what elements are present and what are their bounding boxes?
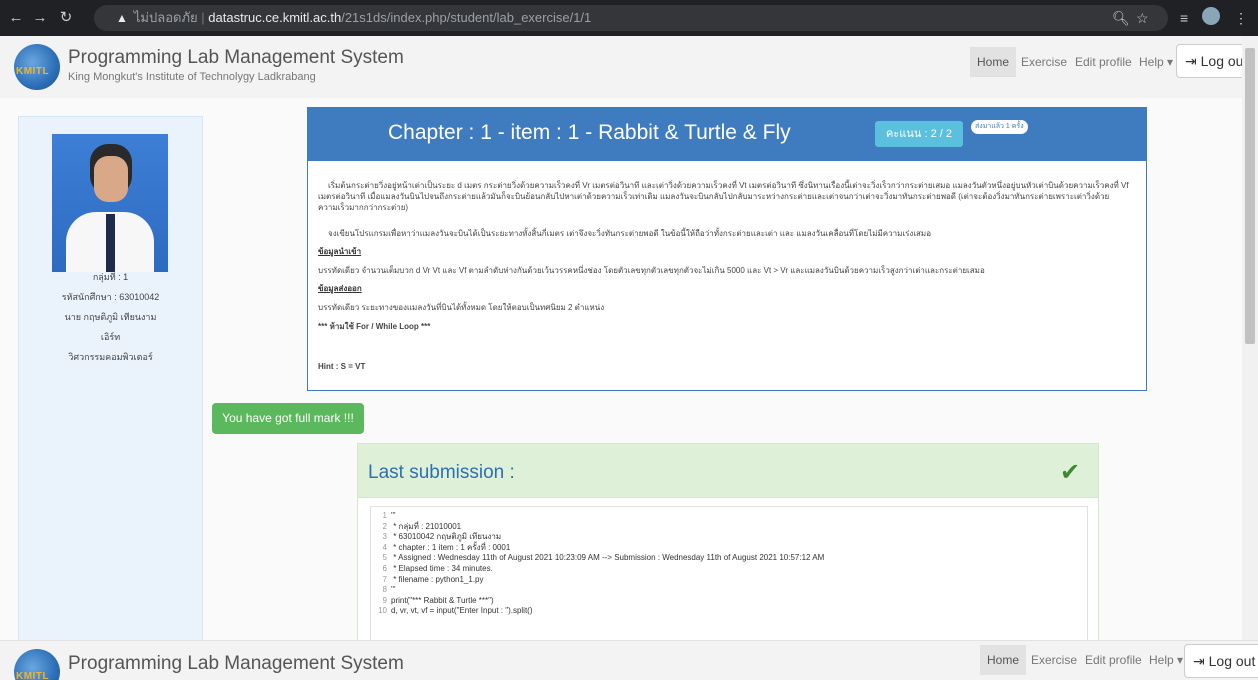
problem-paragraph-2: จงเขียนโปรแกรมเพื่อหาว่าแมลงวันจะบินได้เ… [328, 229, 932, 238]
code-line: 5 * Assigned : Wednesday 11th of August … [371, 553, 825, 564]
bottom-nav-help[interactable]: Help ▾ [1142, 645, 1190, 675]
photo-face [94, 156, 128, 202]
input-heading: ข้อมูลนำเข้า [318, 246, 1138, 257]
bottom-logout-icon: ⇥ [1193, 653, 1205, 669]
profile-avatar[interactable] [1202, 7, 1220, 25]
nickname-label: เอิร์ท [100, 332, 121, 342]
student-photo [52, 134, 168, 272]
code-line: 7 * filename : python1_1.py [371, 575, 484, 586]
url-path: /21s1ds/index.php/student/lab_exercise/1… [341, 10, 592, 25]
student-id-label: รหัสนักศึกษา : 63010042 [61, 292, 160, 302]
nav-home[interactable]: Home [970, 47, 1017, 77]
code-text: d, vr, vt, vf = input("Enter Input : ").… [391, 606, 533, 616]
code-text: ''' [391, 585, 396, 595]
submission-panel: Last submission : ✔ 1 ''' 2 * กลุ่มที่ : 2… [357, 443, 1099, 642]
code-line: 4 * chapter : 1 item : 1 ครั้งที่ : 0001 [371, 542, 511, 554]
bottom-site-title[interactable]: Programming Lab Management System [68, 653, 404, 675]
input-heading-text: ข้อมูลนำเข้า [318, 247, 362, 256]
bookmark-star-icon[interactable]: ☆ [1136, 8, 1149, 28]
code-line: 3 * 63010042 กฤษติภูมิ เทียนงาม [371, 532, 502, 543]
rule-text: *** ห้ามใช้ For / While Loop *** [318, 322, 431, 331]
code-line: 8 ''' [371, 585, 396, 596]
code-text: * Assigned : Wednesday 11th of August 20… [391, 553, 825, 563]
output-heading-text: ข้อมูลส่งออก [318, 284, 362, 293]
bottom-logout-label: Log out [1208, 653, 1256, 669]
chapter-header: Chapter : 1 - item : 1 - Rabbit & Turtle… [308, 108, 1146, 161]
code-text: * Elapsed time : 34 minutes. [391, 564, 493, 573]
reload-icon[interactable]: ↻ [56, 8, 76, 28]
url-text[interactable]: ▲ ไม่ปลอดภัย | datastruc.ce.kmitl.ac.th/2… [116, 5, 591, 31]
code-text: * filename : python1_1.py [391, 574, 484, 584]
submission-title: Last submission : [368, 462, 515, 483]
input-description: บรรทัดเดียว จำนวนเต็มบวก d Vr Vt และ Vf … [318, 266, 985, 275]
hint-text: Hint : S = VT [318, 362, 366, 371]
line-number: 7 [382, 574, 387, 584]
major-label: วิศวกรรมคอมพิวเตอร์ [68, 352, 153, 362]
zoom-icon[interactable]: 🔍︎ [1112, 8, 1130, 28]
forward-icon[interactable]: → [30, 8, 50, 28]
full-mark-button[interactable]: You have got full mark !!! [212, 403, 364, 434]
line-number: 6 [382, 564, 387, 573]
line-number: 1 [382, 511, 387, 520]
submission-count-badge: ส่งมาแล้ว 1 ครั้ง [971, 120, 1028, 134]
line-number: 3 [382, 532, 387, 542]
code-text: print("*** Rabbit & Turtle ***") [391, 595, 494, 605]
chapter-title: Chapter : 1 - item : 1 - Rabbit & Turtle… [388, 121, 791, 144]
code-line: 10 d, vr, vt, vf = input("Enter Input : "… [371, 606, 533, 617]
line-number: 9 [382, 595, 387, 605]
site-header: KMITL Programming Lab Management System … [0, 36, 1257, 99]
kmitl-logo[interactable]: KMITL [14, 44, 60, 90]
warning-icon: ▲ [116, 11, 128, 25]
browser-toolbar: ← → ↻ ▲ ไม่ปลอดภัย | datastruc.ce.kmitl.a… [0, 0, 1258, 36]
reading-list-icon[interactable]: ≡ [1180, 8, 1188, 28]
bottom-header: KMITL Programming Lab Management System … [0, 640, 1258, 680]
page-scrollbar[interactable] [1242, 36, 1258, 640]
checkmark-icon: ✔ [1060, 459, 1081, 486]
code-text: * 63010042 กฤษติภูมิ เทียนงาม [391, 532, 502, 542]
url-host: datastruc.ce.kmitl.ac.th [208, 10, 342, 25]
submission-header: Last submission : ✔ [358, 444, 1098, 498]
code-text: * กลุ่มที่ : 21010001 [391, 521, 462, 531]
bottom-logout-button[interactable]: ⇥ Log out [1184, 644, 1258, 678]
site-subtitle: King Mongkut's Institute of Technolygy L… [68, 71, 316, 83]
security-label: ไม่ปลอดภัย [133, 10, 198, 25]
score-badge: คะแนน : 2 / 2 [875, 121, 963, 147]
code-line: 1 ''' [371, 511, 396, 522]
output-description: บรรทัดเดียว ระยะทางของแมลงวันที่บินได้ทั… [318, 303, 605, 312]
output-heading: ข้อมูลส่งออก [318, 283, 1138, 294]
code-viewer[interactable]: 1 ''' 2 * กลุ่มที่ : 21010001 3 * 63010042 … [370, 506, 1088, 641]
line-number: 8 [382, 585, 387, 595]
student-name-label: นาย กฤษติภูมิ เทียนงาม [64, 312, 157, 322]
nav-help[interactable]: Help ▾ [1132, 47, 1180, 77]
line-number: 5 [382, 553, 387, 563]
address-bar[interactable]: ▲ ไม่ปลอดภัย | datastruc.ce.kmitl.ac.th/2… [94, 5, 1168, 31]
bottom-kmitl-logo[interactable]: KMITL [14, 649, 60, 680]
code-line: 2 * กลุ่มที่ : 21010001 [371, 521, 462, 533]
logo-text: KMITL [16, 66, 50, 77]
scrollbar-thumb[interactable] [1245, 48, 1255, 344]
code-text: ''' [391, 511, 396, 520]
photo-tie [106, 214, 115, 272]
menu-dots-icon[interactable]: ⋮ [1234, 8, 1248, 28]
student-sidebar: กลุ่มที่ : 1 รหัสนักศึกษา : 63010042 นาย… [18, 116, 203, 642]
code-line: 6 * Elapsed time : 34 minutes. [371, 564, 493, 575]
code-text: * chapter : 1 item : 1 ครั้งที่ : 0001 [391, 542, 511, 552]
site-title[interactable]: Programming Lab Management System [68, 47, 404, 69]
back-icon[interactable]: ← [6, 8, 26, 28]
bottom-nav-exercise[interactable]: Exercise [1024, 645, 1084, 675]
group-label: กลุ่มที่ : 1 [92, 272, 129, 282]
line-number: 4 [382, 542, 387, 552]
line-number: 10 [378, 606, 387, 616]
code-line: 9 print("*** Rabbit & Turtle ***") [371, 596, 494, 607]
nav-edit-profile[interactable]: Edit profile [1068, 47, 1139, 77]
logout-icon: ⇥ [1185, 53, 1197, 69]
chapter-panel: Chapter : 1 - item : 1 - Rabbit & Turtle… [307, 107, 1147, 391]
nav-exercise[interactable]: Exercise [1014, 47, 1074, 77]
bottom-nav-edit-profile[interactable]: Edit profile [1078, 645, 1149, 675]
problem-paragraph-1: เริ่มต้นกระต่ายวิ่งอยู่หน้าเต่าเป็นระยะ … [318, 181, 1129, 212]
logout-label: Log out [1200, 53, 1248, 69]
line-number: 2 [382, 521, 387, 531]
bottom-nav-home[interactable]: Home [980, 645, 1027, 675]
